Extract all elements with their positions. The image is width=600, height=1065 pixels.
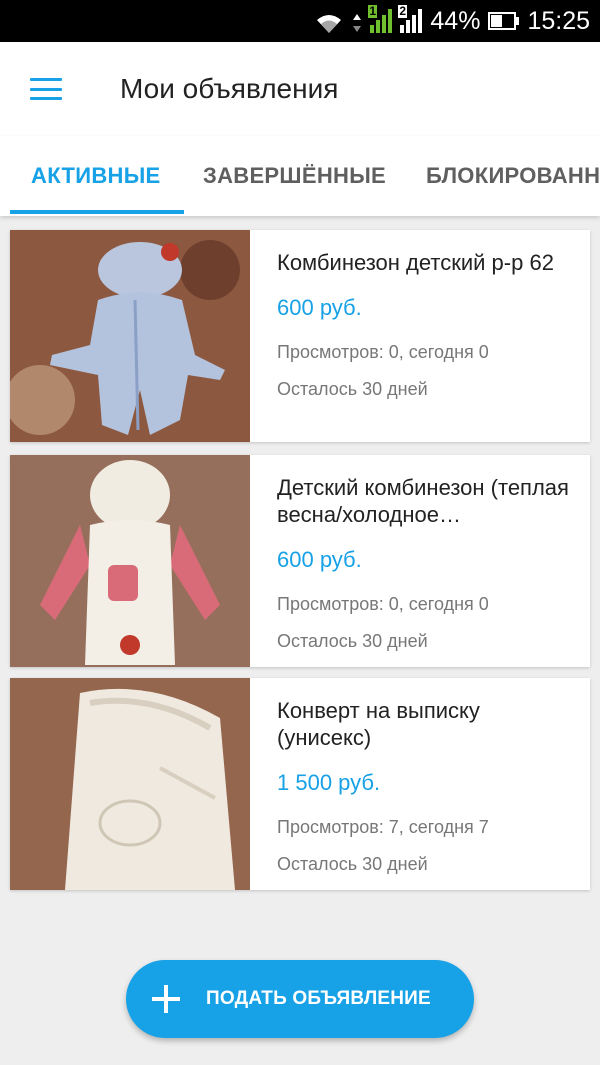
sim2-label: 2 <box>398 4 408 18</box>
listing-price: 600 руб. <box>277 547 362 572</box>
tab-active[interactable]: АКТИВНЫЕ <box>31 136 161 216</box>
data-transfer-arrows-icon <box>352 7 362 35</box>
listing-remaining-days: Осталось 30 дней <box>277 379 428 399</box>
listing-card[interactable]: Детский комбинезон (теплая весна/холодно… <box>10 455 590 667</box>
listing-price: 600 руб. <box>277 295 362 320</box>
status-bar: 1 2 44% 15:25 <box>0 0 600 42</box>
listing-card[interactable]: Комбинезон детский р-р 62 600 руб. Просм… <box>10 230 590 442</box>
battery-percent: 44% <box>430 6 481 35</box>
sim1-label: 1 <box>368 4 378 18</box>
wifi-icon <box>314 7 344 35</box>
tab-bar: АКТИВНЫЕ ЗАВЕРШЁННЫЕ БЛОКИРОВАННЫЕ <box>0 136 600 216</box>
tab-blocked[interactable]: БЛОКИРОВАННЫЕ <box>426 136 600 216</box>
listing-card[interactable]: Конверт на выписку (унисекс) 1 500 руб. … <box>10 678 590 890</box>
page-title: Мои объявления <box>120 73 339 104</box>
listing-photo <box>10 230 250 442</box>
listing-title: Конверт на выписку (унисекс) <box>277 698 480 750</box>
active-tab-indicator <box>10 210 184 214</box>
listing-views: Просмотров: 7, сегодня 7 <box>277 817 489 837</box>
listing-views: Просмотров: 0, сегодня 0 <box>277 342 489 362</box>
listing-remaining-days: Осталось 30 дней <box>277 631 428 651</box>
listing-title: Детский комбинезон (теплая весна/холодно… <box>277 475 569 527</box>
sim1-signal-icon: 1 <box>368 5 393 33</box>
listing-photo <box>10 678 250 890</box>
listing-price: 1 500 руб. <box>277 770 381 795</box>
post-ad-label: ПОДАТЬ ОБЪЯВЛЕНИЕ <box>206 988 431 1009</box>
listing-views: Просмотров: 0, сегодня 0 <box>277 594 489 614</box>
hamburger-menu-icon[interactable] <box>30 78 62 100</box>
app-bar: Мои объявления <box>0 42 600 136</box>
tab-completed[interactable]: ЗАВЕРШЁННЫЕ <box>203 136 386 216</box>
post-ad-button[interactable]: ПОДАТЬ ОБЪЯВЛЕНИЕ <box>126 960 474 1038</box>
battery-icon <box>488 12 520 30</box>
listing-title: Комбинезон детский р-р 62 <box>277 250 554 275</box>
listing-photo <box>10 455 250 667</box>
sim2-signal-icon: 2 <box>398 5 423 33</box>
clock: 15:25 <box>527 6 590 35</box>
plus-icon <box>152 985 180 1013</box>
listing-remaining-days: Осталось 30 дней <box>277 854 428 874</box>
